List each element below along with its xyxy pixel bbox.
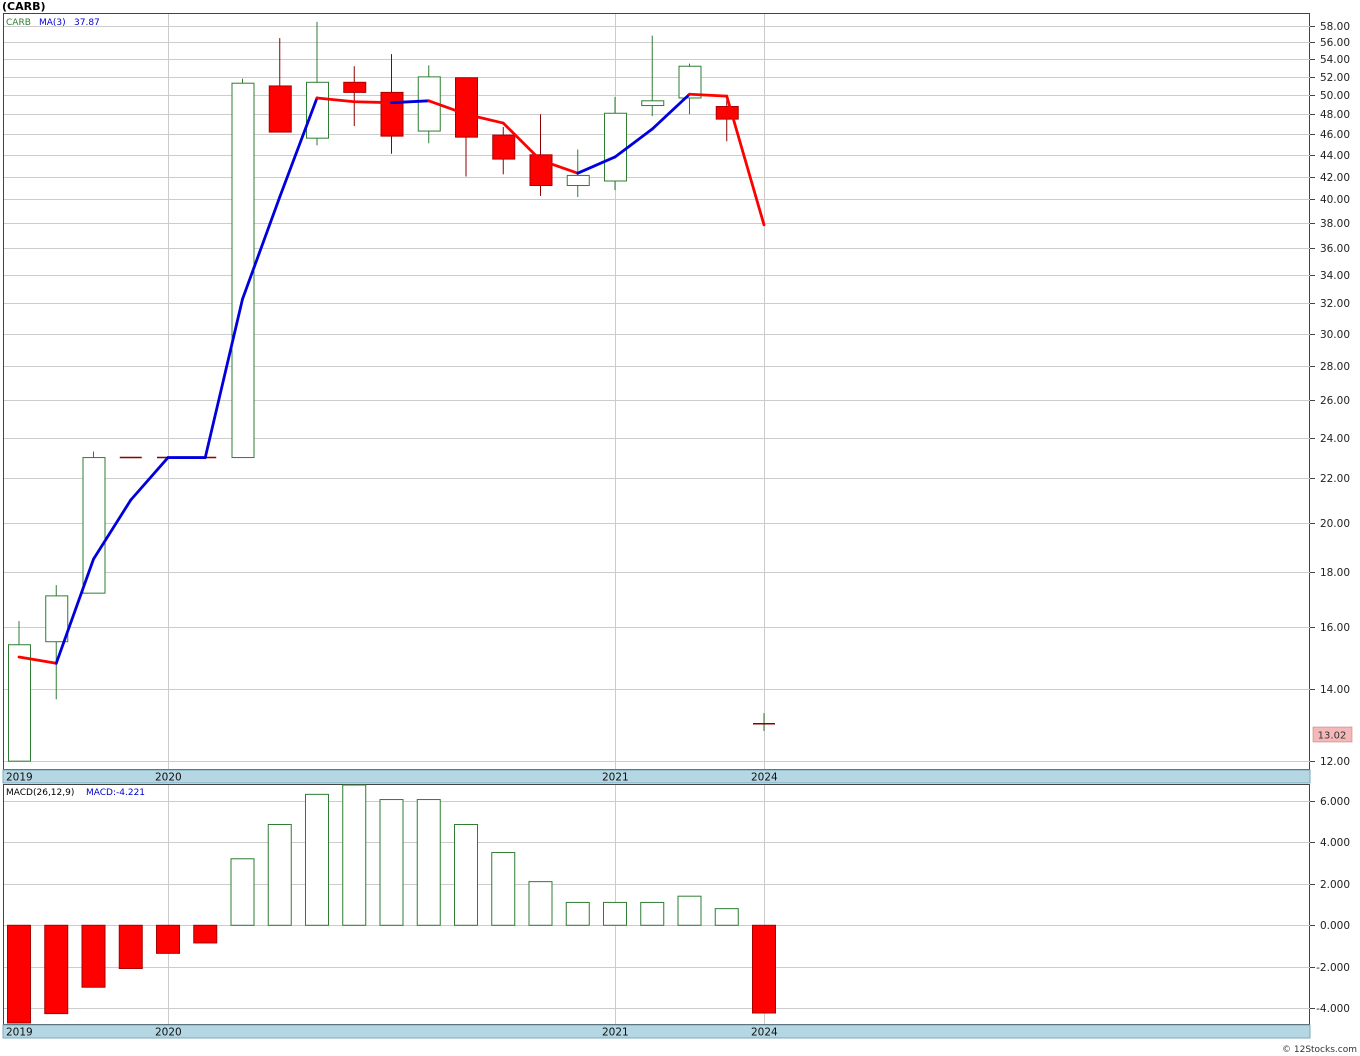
price-y-tick-label: 26.00 bbox=[1320, 395, 1350, 407]
price-y-tick-label: 36.00 bbox=[1320, 243, 1350, 255]
price-y-tick-label: 18.00 bbox=[1320, 567, 1350, 579]
macd-label: MACD(26,12,9) bbox=[6, 788, 74, 798]
price-y-tick-label: 54.00 bbox=[1320, 54, 1350, 66]
price-y-tick-label: 34.00 bbox=[1320, 270, 1350, 282]
price-y-tick-label: 48.00 bbox=[1320, 109, 1350, 121]
macd-bar bbox=[7, 924, 31, 1024]
macd-bar bbox=[491, 852, 516, 926]
macd-bar bbox=[752, 924, 776, 1014]
price-y-tick-label: 16.00 bbox=[1320, 622, 1350, 634]
price-date-axis-bar bbox=[2, 769, 1311, 784]
candle-body bbox=[8, 644, 31, 762]
macd-bar bbox=[454, 823, 478, 926]
candle-body bbox=[231, 82, 255, 459]
macd-bar bbox=[118, 924, 143, 970]
macd-x-label: 2019 bbox=[6, 1027, 33, 1039]
macd-bar bbox=[677, 895, 702, 926]
macd-bar bbox=[230, 858, 255, 926]
chart-canvas: 2019 2020 2021 2024 2019 2020 2021 2024 58.005… bbox=[2, 0, 1357, 1055]
macd-y-tick-label: 4.000 bbox=[1320, 837, 1350, 849]
macd-bar bbox=[156, 924, 180, 954]
legend-ma-value: 37.87 bbox=[74, 18, 100, 28]
candle-body bbox=[566, 174, 590, 187]
ma3-segment bbox=[390, 99, 431, 105]
macd-bar bbox=[603, 901, 627, 926]
ma3-segment bbox=[688, 92, 729, 98]
price-y-tick-label: 14.00 bbox=[1320, 684, 1350, 696]
macd-y-tick-label: 0.000 bbox=[1320, 920, 1350, 932]
price-y-tick-label: 32.00 bbox=[1320, 298, 1350, 310]
candle-body bbox=[45, 595, 69, 643]
macd-x-label: 2020 bbox=[155, 1027, 182, 1039]
macd-y-tick-label: -4.000 bbox=[1316, 1003, 1350, 1015]
macd-bar bbox=[379, 799, 404, 926]
macd-bar bbox=[342, 784, 367, 926]
macd-y-tick-label: -2.000 bbox=[1316, 962, 1350, 974]
price-x-label: 2019 bbox=[6, 772, 33, 784]
price-y-tick-label: 12.00 bbox=[1320, 756, 1350, 768]
price-y-tick-label: 28.00 bbox=[1320, 361, 1350, 373]
macd-bar bbox=[44, 924, 69, 1015]
price-y-tick-label: 38.00 bbox=[1320, 218, 1350, 230]
candle-body bbox=[380, 91, 404, 137]
candle-body bbox=[455, 77, 478, 138]
candle-body bbox=[492, 134, 516, 160]
macd-bar bbox=[528, 881, 553, 926]
price-y-tick-label: 42.00 bbox=[1320, 172, 1350, 184]
candle-body bbox=[82, 457, 106, 594]
macd-x-label: 2024 bbox=[751, 1027, 778, 1039]
candle-body bbox=[641, 100, 665, 107]
macd-bar bbox=[565, 901, 590, 926]
ma3-segment bbox=[352, 100, 393, 105]
macd-bar bbox=[640, 901, 665, 926]
macd-bar bbox=[416, 799, 441, 926]
footer-credit: © 12Stocks.com bbox=[1282, 1045, 1357, 1055]
price-y-tick-label: 56.00 bbox=[1320, 37, 1350, 49]
macd-bar bbox=[305, 793, 329, 926]
price-x-label: 2024 bbox=[751, 772, 778, 784]
macd-date-axis-bar bbox=[2, 1024, 1311, 1039]
macd-y-axis: 6.000 4.000 2.000 0.000 -2.000 -4.000 bbox=[1310, 796, 1350, 1015]
price-y-axis: 58.00 56.00 54.00 52.00 50.00 48.00 46.00 44.00… bbox=[1310, 21, 1350, 768]
candle-body bbox=[604, 112, 627, 182]
candle-body bbox=[343, 81, 367, 93]
legend-ma-label: MA(3) bbox=[39, 18, 66, 28]
price-y-tick-label: 40.00 bbox=[1320, 194, 1350, 206]
price-y-tick-label: 22.00 bbox=[1320, 473, 1350, 485]
candle-body bbox=[306, 81, 329, 139]
price-y-tick-label: 44.00 bbox=[1320, 150, 1350, 162]
macd-y-tick-label: 6.000 bbox=[1320, 796, 1350, 808]
candle bbox=[231, 78, 255, 459]
price-y-tick-label: 58.00 bbox=[1320, 21, 1350, 33]
price-x-label: 2021 bbox=[602, 772, 629, 784]
macd-y-tick-label: 2.000 bbox=[1320, 879, 1350, 891]
candle-body bbox=[715, 106, 739, 120]
macd-bar bbox=[267, 823, 292, 926]
macd-x-label: 2021 bbox=[602, 1027, 629, 1039]
macd-bar bbox=[193, 924, 218, 944]
candle-body bbox=[268, 85, 292, 133]
macd-bar bbox=[714, 908, 739, 926]
legend-symbol: CARB bbox=[6, 18, 31, 28]
macd-bar bbox=[81, 924, 106, 988]
macd-value-label: MACD:-4.221 bbox=[86, 788, 145, 798]
price-x-label: 2020 bbox=[155, 772, 182, 784]
chart-title: (CARB) bbox=[2, 0, 46, 13]
price-y-tick-label: 30.00 bbox=[1320, 329, 1350, 341]
price-y-tick-label: 50.00 bbox=[1320, 90, 1350, 102]
candle bbox=[82, 451, 106, 594]
price-y-tick-label: 52.00 bbox=[1320, 72, 1350, 84]
price-y-tick-label: 46.00 bbox=[1320, 129, 1350, 141]
price-y-tick-label: 24.00 bbox=[1320, 433, 1350, 445]
last-price-badge-text: 13.02 bbox=[1318, 731, 1347, 742]
price-y-tick-label: 20.00 bbox=[1320, 518, 1350, 530]
